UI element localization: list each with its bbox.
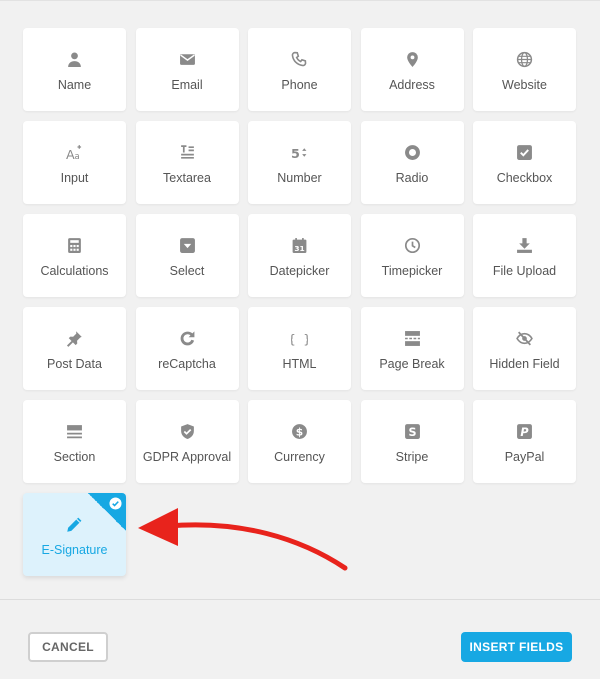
envelope-icon [178,50,196,68]
field-tile-label: PayPal [504,450,545,464]
field-tile-html[interactable]: { } HTML [248,307,351,390]
field-tile-label: Stripe [395,450,429,464]
field-tile-input[interactable]: Aa Input [23,121,126,204]
field-tile-website[interactable]: Website [473,28,576,111]
field-tile-calculations[interactable]: Calculations [23,214,126,297]
top-divider [0,0,600,1]
dropdown-icon [178,236,196,254]
radio-icon [403,143,421,161]
recaptcha-icon [178,329,196,347]
field-tile-label: Input [60,171,89,185]
field-tile-label: Phone [281,78,318,92]
field-tile-hidden-field[interactable]: Hidden Field [473,307,576,390]
field-tile-label: Address [389,78,435,92]
field-tile-label: Post Data [47,357,102,371]
text-format-icon: Aa [66,143,84,161]
svg-text:S: S [408,425,416,438]
field-tile-label: Section [53,450,96,464]
textarea-icon [178,143,196,161]
field-tile-currency[interactable]: $ Currency [248,400,351,483]
number-icon: 5 [291,143,309,161]
field-tile-datepicker[interactable]: 31 Datepicker [248,214,351,297]
field-tile-phone[interactable]: Phone [248,28,351,111]
field-tile-label: Checkbox [496,171,553,185]
dollar-icon: $ [291,422,309,440]
calculator-icon [66,236,84,254]
clock-icon [403,236,421,254]
field-tile-number[interactable]: 5 Number [248,121,351,204]
field-tile-label: Website [502,78,547,92]
stripe-icon: S [403,422,421,440]
field-tile-label: Datepicker [269,264,330,278]
eye-off-icon [516,329,534,347]
field-tile-name[interactable]: Name [23,28,126,111]
pencil-icon [66,515,84,533]
field-tile-label: Radio [395,171,429,185]
field-tile-file-upload[interactable]: File Upload [473,214,576,297]
user-icon [66,50,84,68]
field-tile-label: E-Signature [41,543,108,557]
braces-icon: { } [291,329,309,347]
field-tile-select[interactable]: Select [135,214,239,297]
field-tile-label: HTML [282,357,317,371]
shield-check-icon [178,422,196,440]
field-tile-label: Select [169,264,205,278]
phone-icon [291,50,309,68]
field-tile-radio[interactable]: Radio [360,121,464,204]
field-tile-checkbox[interactable]: Checkbox [473,121,576,204]
selected-check-icon [88,493,126,531]
section-icon [66,422,84,440]
checkbox-icon [516,143,534,161]
field-tile-label: File Upload [492,264,557,278]
svg-text:P: P [520,425,529,438]
field-tile-recaptcha[interactable]: reCaptcha [135,307,239,390]
field-tile-label: reCaptcha [158,357,216,371]
pin-icon [66,329,84,347]
field-tile-post-data[interactable]: Post Data [23,307,126,390]
field-tile-stripe[interactable]: S Stripe [360,400,464,483]
cancel-button[interactable]: CANCEL [28,632,108,662]
field-tile-paypal[interactable]: P PayPal [473,400,576,483]
page-break-icon [403,329,421,347]
field-tile-gdpr-approval[interactable]: GDPR Approval [135,400,239,483]
calendar-icon: 31 [291,236,309,254]
field-tile-label: Page Break [379,357,445,371]
field-tile-label: Currency [274,450,325,464]
svg-text:31: 31 [294,244,304,253]
paypal-icon: P [516,422,534,440]
field-tile-label: Number [277,171,322,185]
map-pin-icon [403,50,421,68]
field-tile-label: Timepicker [381,264,443,278]
upload-icon [516,236,534,254]
field-tile-label: Hidden Field [489,357,560,371]
svg-text:a: a [75,151,80,160]
field-tile-page-break[interactable]: Page Break [360,307,464,390]
svg-text:{ }: { } [291,332,308,347]
globe-icon [516,50,534,68]
field-tile-label: Textarea [163,171,211,185]
field-tile-timepicker[interactable]: Timepicker [360,214,464,297]
field-tile-e-signature[interactable]: E-Signature [23,493,126,576]
field-tile-textarea[interactable]: Textarea [135,121,239,204]
field-tile-label: Email [171,78,203,92]
field-tile-email[interactable]: Email [135,28,239,111]
field-tile-label: Name [57,78,92,92]
svg-text:5: 5 [291,146,300,160]
svg-text:$: $ [296,425,303,438]
modal-footer: CANCEL INSERT FIELDS [0,599,600,679]
field-tile-address[interactable]: Address [360,28,464,111]
field-tile-label: Calculations [40,264,109,278]
field-tile-section[interactable]: Section [23,400,126,483]
field-grid: Name Email Phone Address Website Aa Input Texta… [23,28,576,576]
field-tile-label: GDPR Approval [142,450,232,464]
insert-fields-button[interactable]: INSERT FIELDS [461,632,572,662]
